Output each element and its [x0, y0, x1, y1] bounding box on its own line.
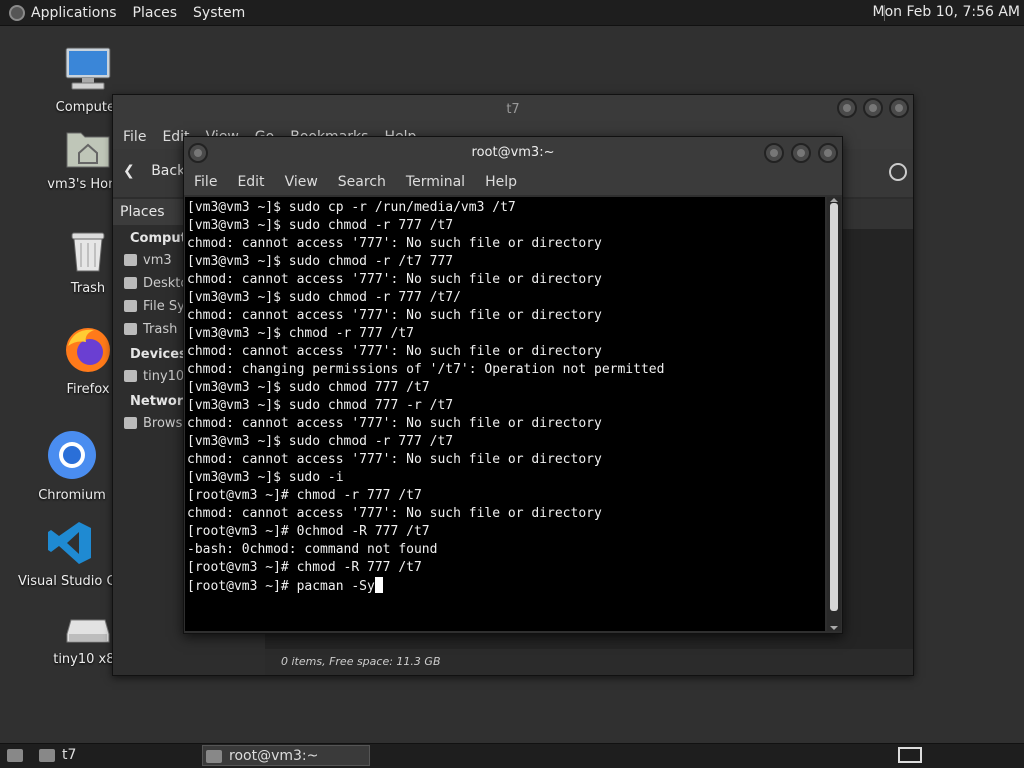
back-label: Back — [151, 163, 186, 179]
window-title: t7 — [506, 102, 520, 117]
desktop-icon-vscode[interactable]: Visual Studio Code — [18, 520, 122, 589]
desktop-icon-label: Chromium — [38, 488, 106, 503]
desktop-icon-label: Firefox — [66, 382, 110, 397]
terminal-line: chmod: cannot access '777': No such file… — [187, 452, 602, 467]
reload-icon[interactable] — [889, 163, 907, 181]
back-arrow-icon: ❮ — [123, 163, 135, 179]
folder-icon — [39, 749, 55, 762]
terminal-line: [vm3@vm3 ~]$ chmod -r 777 /t7 — [187, 326, 414, 341]
terminal-scrollbar[interactable] — [827, 197, 841, 631]
terminal-menubar: File Edit View Search Terminal Help — [184, 169, 842, 195]
terminal-line: [root@vm3 ~]# chmod -r 777 /t7 — [187, 488, 422, 503]
terminal-line: chmod: changing permissions of '/t7': Op… — [187, 362, 665, 377]
menu-help[interactable]: Help — [485, 174, 517, 190]
terminal-line: [vm3@vm3 ~]$ sudo chmod -r 777 /t7/ — [187, 290, 461, 305]
terminal-line: chmod: cannot access '777': No such file… — [187, 416, 602, 431]
terminal-line: [root@vm3 ~]# 0chmod -R 777 /t7 — [187, 524, 430, 539]
desktop-icon — [124, 277, 137, 289]
menu-file[interactable]: File — [194, 174, 217, 190]
terminal-output[interactable]: [vm3@vm3 ~]$ sudo cp -r /run/media/vm3 /… — [185, 197, 825, 631]
clock[interactable]: Mon Feb 10, 7:56 AM — [873, 4, 1020, 20]
desktop-icon-label: Visual Studio Code — [18, 574, 122, 589]
terminal-current-input[interactable]: [root@vm3 ~]# pacman -Sy — [187, 579, 375, 594]
taskbar-label: t7 — [62, 747, 77, 763]
filesystem-icon — [124, 300, 137, 312]
network-icon — [124, 417, 137, 429]
taskbar-item-terminal[interactable]: root@vm3:~ — [202, 745, 370, 766]
menu-file[interactable]: File — [123, 129, 146, 145]
home-icon — [124, 254, 137, 266]
menu-places[interactable]: Places — [133, 5, 178, 21]
scroll-up-icon[interactable] — [830, 198, 838, 202]
menu-search[interactable]: Search — [338, 174, 386, 190]
terminal-line: [vm3@vm3 ~]$ sudo chmod -r 777 /t7 — [187, 434, 454, 449]
vscode-icon — [18, 520, 122, 570]
menu-edit[interactable]: Edit — [237, 174, 264, 190]
show-desktop-button[interactable] — [4, 745, 26, 766]
sidebar-item-label: vm3 — [143, 253, 172, 268]
minimize-button[interactable] — [764, 143, 784, 163]
menu-system[interactable]: System — [193, 5, 245, 21]
terminal-window[interactable]: root@vm3:~ File Edit View Search Termina… — [183, 136, 843, 634]
workspace-switcher[interactable] — [898, 747, 922, 763]
scrollbar-thumb[interactable] — [830, 203, 838, 611]
window-title: root@vm3:~ — [471, 145, 555, 160]
maximize-button[interactable] — [863, 98, 883, 118]
terminal-line: -bash: 0chmod: command not found — [187, 542, 438, 557]
minimize-button[interactable] — [837, 98, 857, 118]
terminal-line: chmod: cannot access '777': No such file… — [187, 344, 602, 359]
desktop-icon-label: Computer — [55, 100, 121, 115]
top-panel: Applications Places System Mon Feb 10, 7… — [0, 0, 1024, 26]
terminal-icon — [206, 750, 222, 763]
sidebar-item-label: Trash — [143, 322, 178, 337]
terminal-line: [vm3@vm3 ~]$ sudo chmod 777 /t7 — [187, 380, 430, 395]
show-desktop-icon — [7, 749, 23, 762]
chromium-icon — [24, 430, 120, 484]
back-button[interactable]: ❮ Back — [123, 163, 185, 179]
desktop-icon-chromium[interactable]: Chromium — [24, 430, 120, 503]
taskbar-item-t7[interactable]: t7 — [36, 745, 196, 766]
status-bar: 0 items, Free space: 11.3 GB — [265, 649, 913, 675]
terminal-line: chmod: cannot access '777': No such file… — [187, 506, 602, 521]
bottom-panel: t7 root@vm3:~ — [0, 743, 1024, 768]
trash-icon — [124, 323, 137, 335]
terminal-line: [vm3@vm3 ~]$ sudo chmod -r /t7 777 — [187, 254, 454, 269]
distro-logo-icon[interactable] — [9, 4, 25, 21]
terminal-line: chmod: cannot access '777': No such file… — [187, 236, 602, 251]
text-cursor — [374, 577, 383, 593]
menu-view[interactable]: View — [285, 174, 318, 190]
terminal-line: chmod: cannot access '777': No such file… — [187, 272, 602, 287]
menu-applications[interactable]: Applications — [31, 5, 117, 21]
drive-icon — [124, 370, 137, 382]
terminal-line: [vm3@vm3 ~]$ sudo chmod 777 -r /t7 — [187, 398, 454, 413]
terminal-line: chmod: cannot access '777': No such file… — [187, 308, 602, 323]
terminal-line: [root@vm3 ~]# chmod -R 777 /t7 — [187, 560, 422, 575]
desktop-icon-label: Trash — [70, 281, 106, 296]
terminal-titlebar[interactable]: root@vm3:~ — [184, 137, 842, 169]
terminal-line: [vm3@vm3 ~]$ sudo -i — [187, 470, 344, 485]
terminal-input-line[interactable]: [root@vm3 ~]# pacman -Sy — [187, 577, 825, 595]
file-manager-titlebar[interactable]: t7 — [113, 95, 913, 125]
maximize-button[interactable] — [791, 143, 811, 163]
terminal-line: [vm3@vm3 ~]$ sudo chmod -r 777 /t7 — [187, 218, 454, 233]
terminal-line: [vm3@vm3 ~]$ sudo cp -r /run/media/vm3 /… — [187, 200, 516, 215]
taskbar-label: root@vm3:~ — [229, 748, 319, 764]
scroll-down-icon[interactable] — [830, 626, 838, 630]
computer-icon — [40, 46, 136, 96]
close-button[interactable] — [889, 98, 909, 118]
menu-terminal[interactable]: Terminal — [406, 174, 465, 190]
close-button[interactable] — [818, 143, 838, 163]
